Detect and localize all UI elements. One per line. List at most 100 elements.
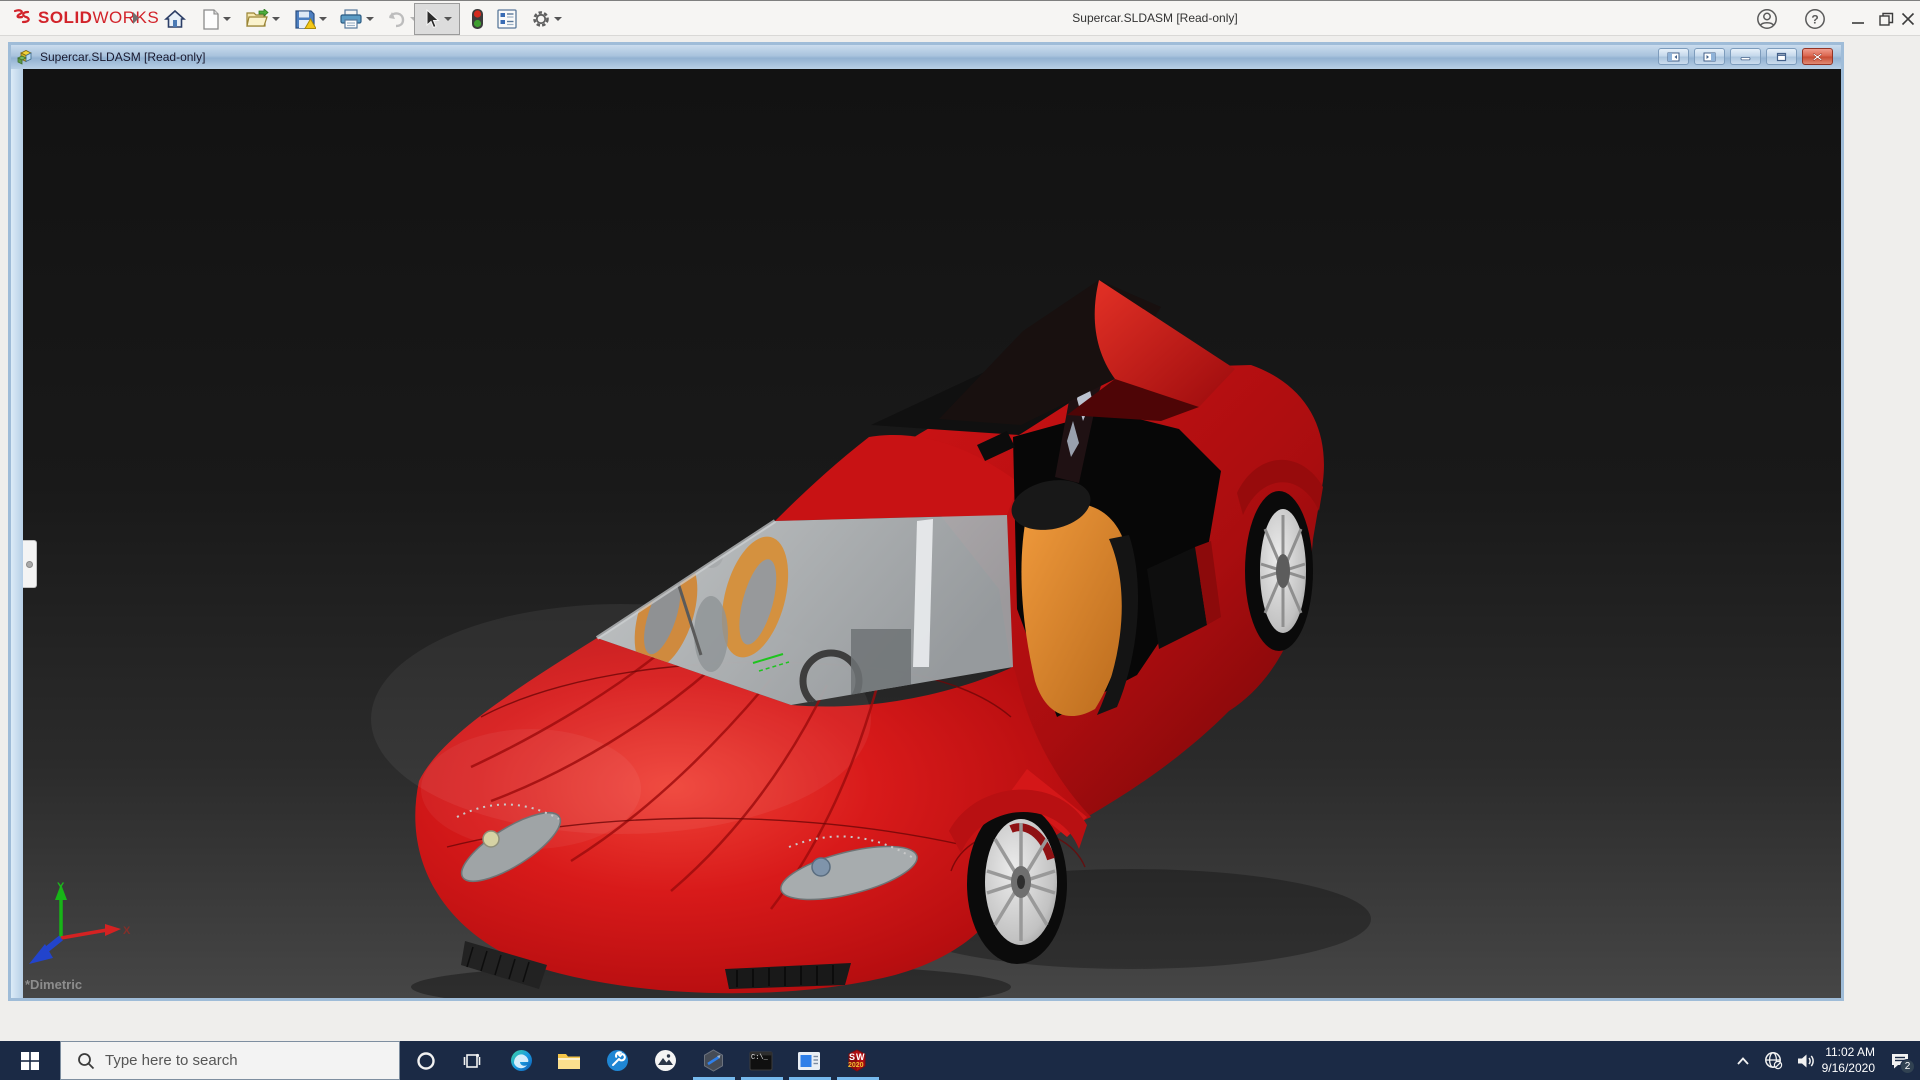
app-title-bar: SOLIDWORKS: [0, 0, 1920, 36]
print-icon: [339, 9, 363, 29]
file-explorer-icon: [557, 1051, 581, 1071]
edge-icon: [510, 1049, 533, 1072]
close-icon: [1901, 12, 1915, 26]
photos-icon: [654, 1049, 677, 1072]
task-view-icon: [462, 1051, 482, 1071]
start-icon: [21, 1052, 39, 1070]
select-cursor-icon: [423, 9, 441, 29]
task-view-button[interactable]: [450, 1041, 494, 1080]
chevron-down-icon: [366, 17, 374, 21]
clock-date: 9/16/2020: [1797, 1060, 1875, 1076]
start-button[interactable]: [0, 1041, 60, 1080]
notification-badge: 2: [1900, 1059, 1915, 1074]
home-icon: [164, 9, 186, 29]
minimize-icon: [1740, 52, 1751, 61]
help-button[interactable]: ?: [1800, 4, 1830, 34]
tray-show-hidden-button[interactable]: [1730, 1041, 1756, 1080]
solidworks-logo-icon: [12, 8, 34, 28]
close-icon: [1812, 52, 1823, 62]
terminal-button[interactable]: C:\_: [738, 1041, 784, 1080]
undo-icon: [385, 10, 407, 28]
app-window-title: Supercar.SLDASM [Read-only]: [1060, 11, 1250, 25]
cortana-button[interactable]: [404, 1041, 448, 1080]
svg-text:X: X: [123, 925, 131, 937]
hexagon-app-icon: [702, 1049, 725, 1072]
home-button[interactable]: [160, 4, 190, 34]
feature-manager-collapsed-strip: [11, 69, 23, 998]
restore-icon: [1879, 12, 1894, 27]
orientation-triad: Y X: [23, 876, 133, 968]
help-icon: ?: [1804, 8, 1826, 30]
print-button[interactable]: [334, 4, 378, 34]
doc-restore-button[interactable]: [1766, 48, 1797, 65]
view-orientation-label: *Dimetric: [25, 977, 82, 992]
front-wheel: [967, 804, 1067, 964]
minimize-button[interactable]: [1843, 4, 1873, 34]
minimize-icon: [1851, 12, 1865, 26]
brand-solid: SOLID: [38, 8, 92, 27]
pane-left-icon: [1667, 52, 1680, 62]
feature-manager-expand-handle[interactable]: [23, 540, 37, 588]
windows-taskbar: C:\_ SW 2020: [0, 1041, 1920, 1080]
close-button[interactable]: [1896, 4, 1920, 34]
chevron-down-icon: [554, 17, 562, 21]
account-icon: [1756, 8, 1778, 30]
pane-right-button[interactable]: [1694, 48, 1725, 65]
file-explorer-button[interactable]: [546, 1041, 592, 1080]
selection-filter-button[interactable]: [463, 4, 491, 34]
open-folder-icon: [245, 9, 269, 29]
save-icon: [294, 9, 316, 30]
svg-text:?: ?: [1811, 13, 1818, 27]
admin-tools-icon: [606, 1049, 629, 1072]
design-report-icon: [497, 9, 517, 29]
media-app-button[interactable]: [786, 1041, 832, 1080]
pane-left-button[interactable]: [1658, 48, 1689, 65]
taskbar-search[interactable]: [60, 1041, 400, 1080]
open-button[interactable]: [240, 4, 284, 34]
account-button[interactable]: [1752, 4, 1782, 34]
new-document-button[interactable]: [195, 4, 237, 34]
doc-minimize-button[interactable]: [1730, 48, 1761, 65]
search-icon: [77, 1052, 95, 1070]
options-button[interactable]: [524, 4, 568, 34]
brand-works: WORKS: [92, 8, 159, 27]
action-center-button[interactable]: 2: [1880, 1041, 1920, 1080]
chevron-down-icon: [272, 17, 280, 21]
doc-close-button[interactable]: [1802, 48, 1833, 65]
network-button[interactable]: [1758, 1041, 1788, 1080]
design-report-button[interactable]: [492, 4, 522, 34]
hexagon-app-button[interactable]: [690, 1041, 736, 1080]
select-tool-button[interactable]: [414, 3, 460, 35]
toolbar-flyout-arrow[interactable]: [133, 12, 139, 24]
save-button[interactable]: [288, 4, 332, 34]
pane-right-icon: [1703, 52, 1716, 62]
restore-icon: [1776, 52, 1787, 62]
photos-button[interactable]: [642, 1041, 688, 1080]
tray-chevron-icon: [1737, 1057, 1749, 1065]
terminal-prompt: C:\_: [751, 1054, 768, 1062]
supercar-3d-model: [11, 69, 1841, 998]
solidworks-2020-icon: SW 2020: [845, 1049, 869, 1073]
edge-button[interactable]: [498, 1041, 544, 1080]
cortana-icon: [416, 1051, 436, 1071]
chevron-down-icon: [223, 17, 231, 21]
network-globe-icon: [1764, 1051, 1783, 1070]
media-app-icon: [797, 1051, 821, 1071]
graphics-viewport[interactable]: Y X *Dimetric: [11, 69, 1841, 998]
chevron-down-icon: [319, 17, 327, 21]
handle-dot-icon: [26, 561, 33, 568]
selection-filter-icon: [471, 8, 484, 30]
assembly-icon: [16, 49, 34, 65]
document-window: Supercar.SLDASM [Read-only]: [8, 42, 1844, 1001]
chevron-down-icon: [444, 17, 452, 21]
taskbar-clock[interactable]: 11:02 AM 9/16/2020: [1797, 1044, 1875, 1076]
search-input[interactable]: [105, 1052, 365, 1069]
options-gear-icon: [531, 9, 551, 29]
clock-time: 11:02 AM: [1797, 1044, 1875, 1060]
document-title-bar[interactable]: Supercar.SLDASM [Read-only]: [11, 45, 1841, 69]
admin-tools-button[interactable]: [594, 1041, 640, 1080]
svg-text:Y: Y: [57, 881, 65, 893]
rear-wheel: [1245, 491, 1313, 651]
document-title: Supercar.SLDASM [Read-only]: [40, 50, 205, 64]
solidworks-app-button[interactable]: SW 2020: [834, 1041, 880, 1080]
